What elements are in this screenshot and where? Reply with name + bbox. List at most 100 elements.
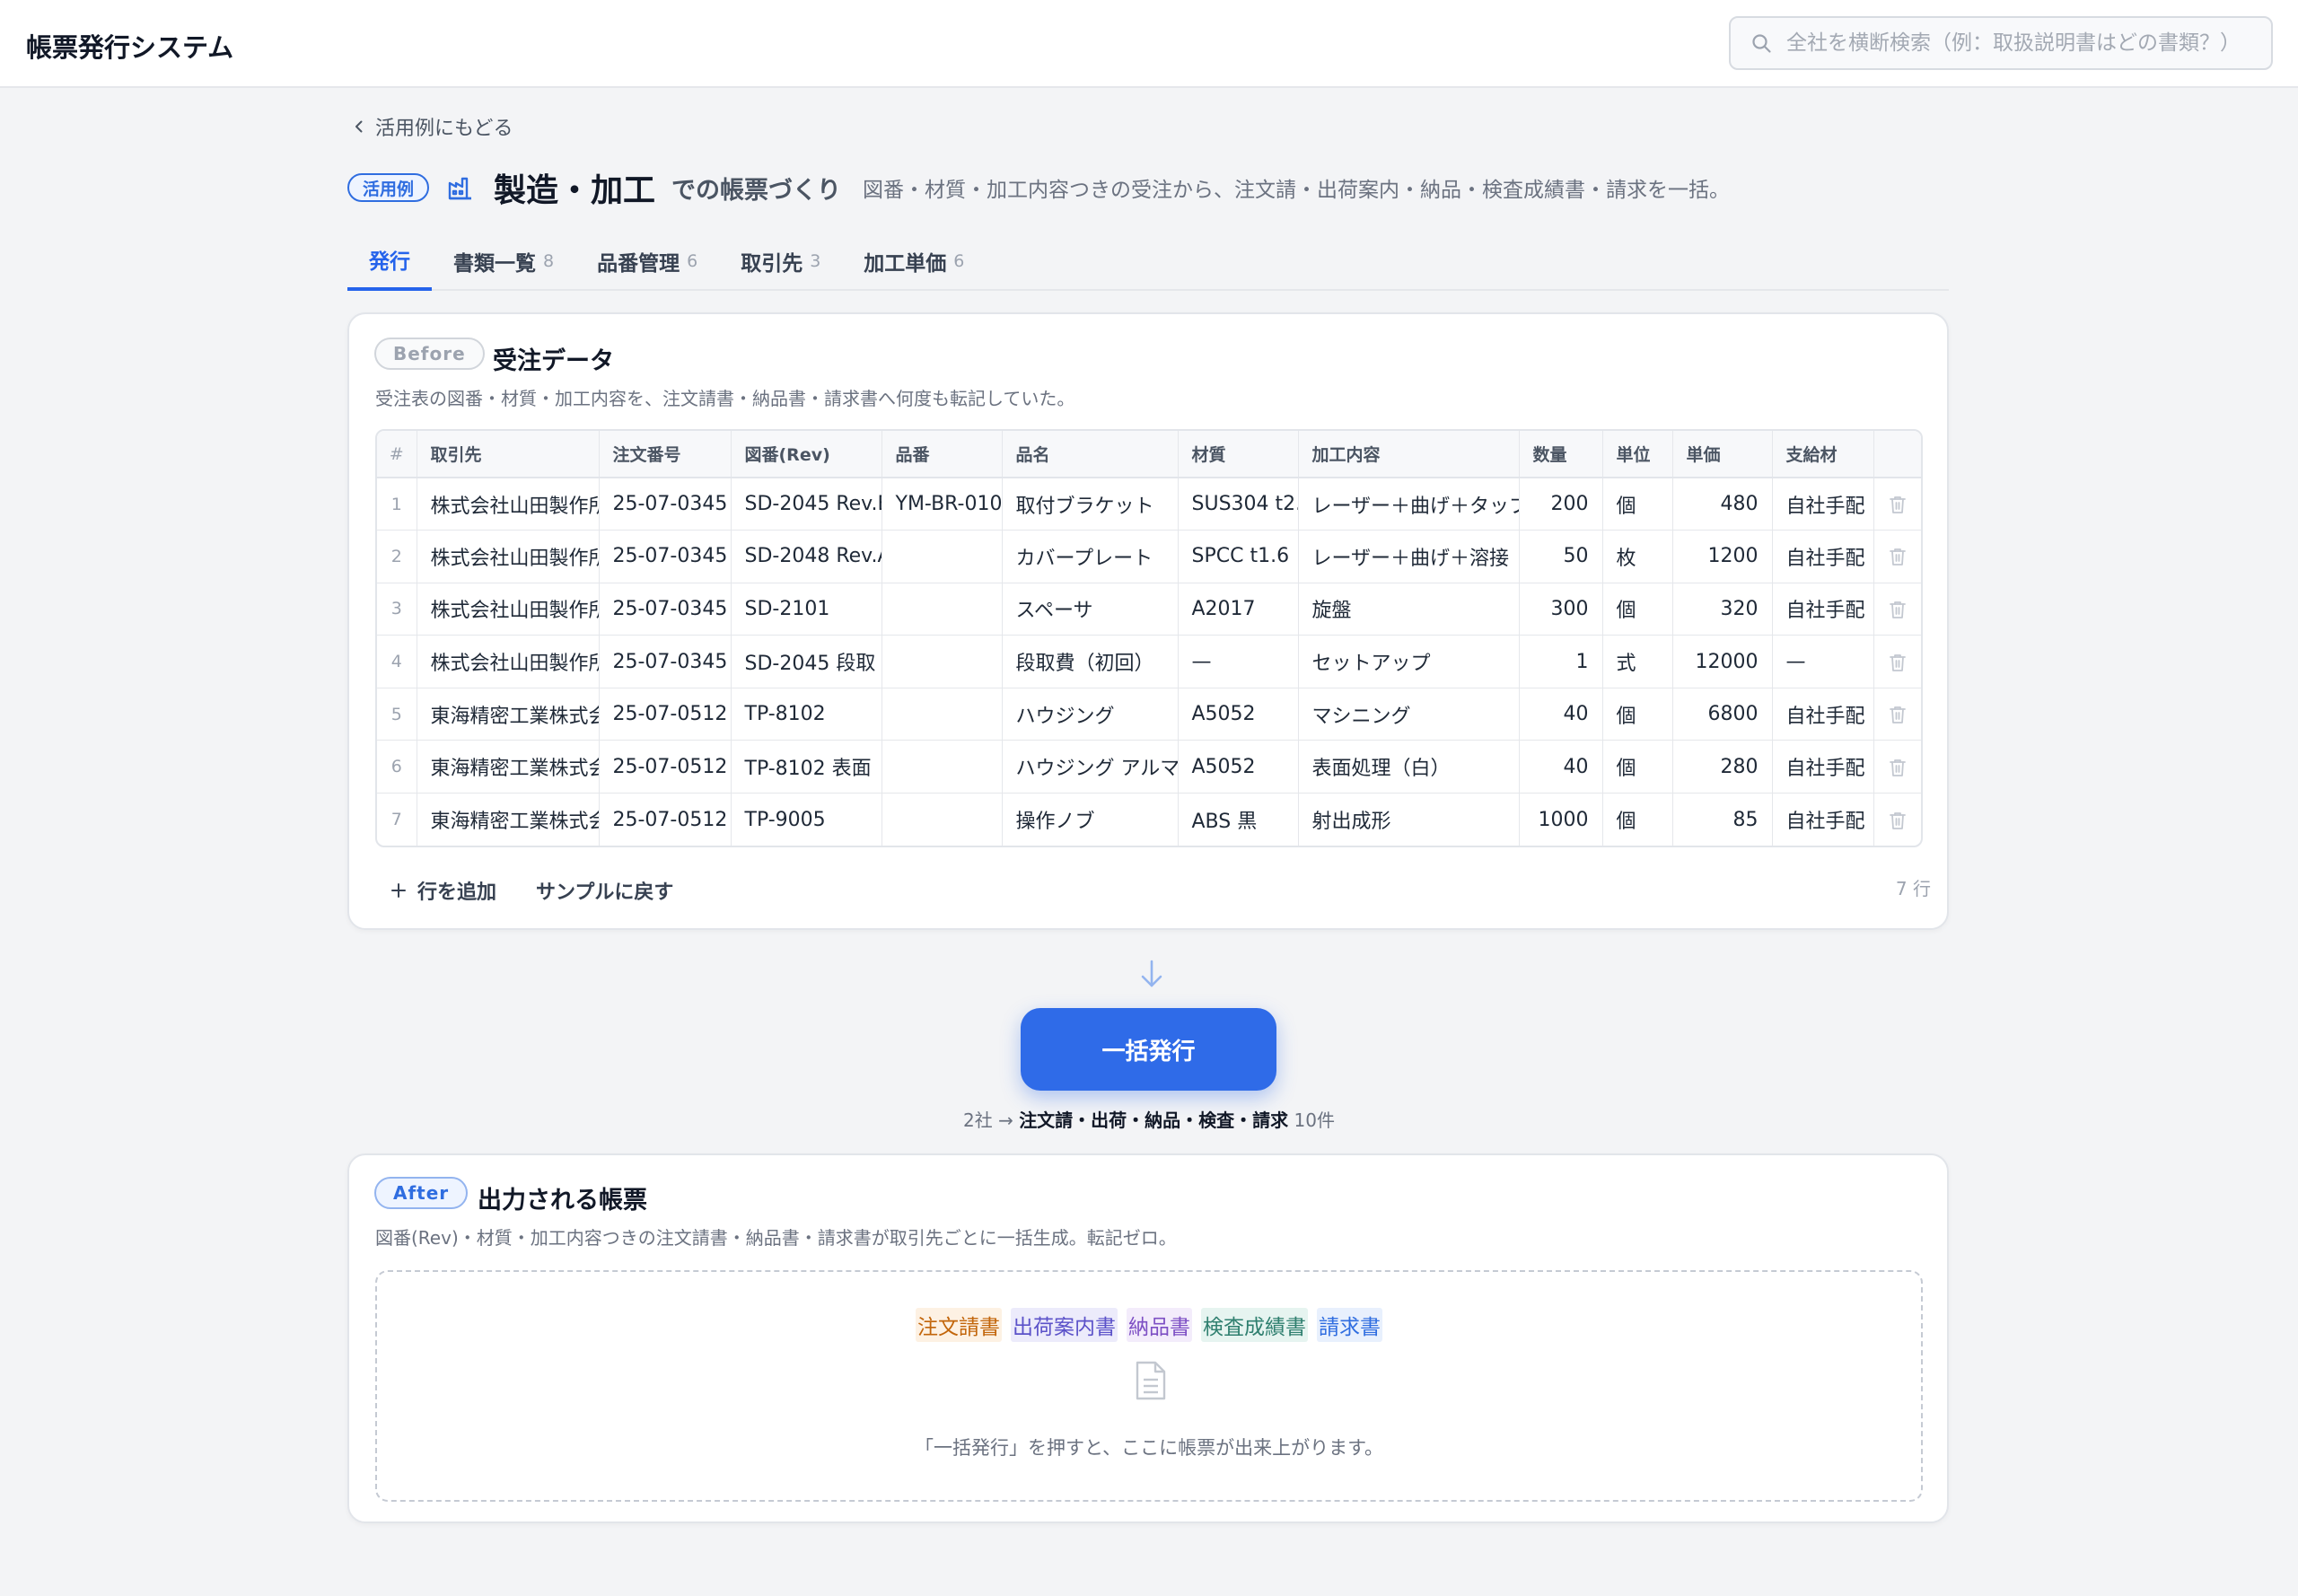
client-cell[interactable]: 株式会社山田製作所 [417,530,600,583]
drawing-cell[interactable]: SD-2101 [731,583,882,636]
process-cell[interactable]: セットアップ [1298,635,1520,688]
material-cell[interactable]: A5052 [1178,688,1299,741]
item-name-cell[interactable]: カバープレート [1002,530,1179,583]
unit-cell[interactable]: 式 [1602,635,1673,688]
item-name-cell[interactable]: ハウジング アルマイト [1002,740,1179,794]
drawing-cell[interactable]: TP-9005 [731,793,882,846]
order-no-cell[interactable]: 25-07-0345 [599,583,732,636]
tab-documents[interactable]: 書類一覧 8 [432,232,575,291]
part-no-cell[interactable] [881,530,1003,583]
table-row: 6東海精密工業株式会社25-07-0512TP-8102 表面 ハウジング アルマ… [377,740,1921,794]
unit-cell[interactable]: 枚 [1602,530,1673,583]
order-no-cell[interactable]: 25-07-0345 [599,530,732,583]
unit-price-cell[interactable]: 480 [1672,478,1773,531]
part-no-cell[interactable] [881,793,1003,846]
material-cell[interactable]: SUS304 t2.0 [1178,478,1299,531]
quantity-cell[interactable]: 1000 [1519,793,1603,846]
part-no-cell[interactable] [881,635,1003,688]
quantity-cell[interactable]: 40 [1519,688,1603,741]
order-no-cell[interactable]: 25-07-0345 [599,635,732,688]
quantity-cell[interactable]: 1 [1519,635,1603,688]
supplied-material-cell[interactable]: 自社手配 [1772,583,1874,636]
order-no-cell[interactable]: 25-07-0512 [599,793,732,846]
search-input[interactable] [1786,31,2271,55]
material-cell[interactable]: A5052 [1178,740,1299,794]
unit-cell[interactable]: 個 [1602,688,1673,741]
tab-clients[interactable]: 取引先 3 [719,232,842,291]
unit-cell[interactable]: 個 [1602,793,1673,846]
delete-row-button[interactable] [1873,583,1921,636]
client-cell[interactable]: 東海精密工業株式会社 [417,740,600,794]
item-name-cell[interactable]: ハウジング [1002,688,1179,741]
unit-cell[interactable]: 個 [1602,740,1673,794]
supplied-material-cell[interactable]: — [1772,635,1874,688]
drawing-cell[interactable]: TP-8102 表面 [731,740,882,794]
quantity-cell[interactable]: 300 [1519,583,1603,636]
supplied-material-cell[interactable]: 自社手配 [1772,793,1874,846]
item-name-cell[interactable]: 取付ブラケット [1002,478,1179,531]
part-no-cell[interactable]: YM-BR-010 [881,478,1003,531]
drawing-cell[interactable]: SD-2048 Rev.A [731,530,882,583]
order-no-cell[interactable]: 25-07-0512 [599,740,732,794]
quantity-cell[interactable]: 40 [1519,740,1603,794]
quantity-cell[interactable]: 50 [1519,530,1603,583]
part-no-cell[interactable] [881,688,1003,741]
process-cell[interactable]: 射出成形 [1298,793,1520,846]
item-name-cell[interactable]: 操作ノブ [1002,793,1179,846]
client-cell[interactable]: 株式会社山田製作所 [417,583,600,636]
unit-price-cell[interactable]: 6800 [1672,688,1773,741]
unit-cell[interactable]: 個 [1602,583,1673,636]
table-row: 4 株式会社山田製作所 25-07-0345 SD-2045 段取 段取費（初回） — セッ… [377,635,1921,688]
item-name-cell[interactable]: 段取費（初回） [1002,635,1179,688]
drawing-cell[interactable]: SD-2045 Rev.B [731,478,882,531]
material-cell[interactable]: A2017 [1178,583,1299,636]
delete-row-button[interactable] [1873,530,1921,583]
column-header: 数量 [1519,431,1603,478]
delete-row-button[interactable] [1873,635,1921,688]
order-no-cell[interactable]: 25-07-0345 [599,478,732,531]
add-row-button[interactable]: 行を追加 [383,871,504,910]
material-cell[interactable]: SPCC t1.6 [1178,530,1299,583]
back-link[interactable]: 活用例にもどる [352,113,513,140]
process-cell[interactable]: マシニング [1298,688,1520,741]
delete-row-button[interactable] [1873,794,1921,846]
delete-row-button[interactable] [1873,688,1921,741]
order-no-cell[interactable]: 25-07-0512 [599,688,732,741]
unit-price-cell[interactable]: 280 [1672,740,1773,794]
client-cell[interactable]: 東海精密工業株式会社 [417,688,600,741]
process-cell[interactable]: 表面処理（白） [1298,740,1520,794]
supplied-material-cell[interactable]: 自社手配 [1772,530,1874,583]
tab-processing-prices[interactable]: 加工単価 6 [842,232,986,291]
supplied-material-cell[interactable]: 自社手配 [1772,688,1874,741]
drawing-cell[interactable]: SD-2045 段取 [731,635,882,688]
unit-cell[interactable]: 個 [1602,478,1673,531]
bulk-issue-button[interactable]: 一括発行 [1021,1008,1276,1091]
item-name-cell[interactable]: スペーサ [1002,583,1179,636]
process-cell[interactable]: レーザー＋曲げ＋溶接 [1298,530,1520,583]
quantity-cell[interactable]: 200 [1519,478,1603,531]
part-no-cell[interactable] [881,740,1003,794]
reset-sample-button[interactable]: サンプルに戻す [529,871,680,910]
supplied-material-cell[interactable]: 自社手配 [1772,740,1874,794]
tab-part-numbers[interactable]: 品番管理 6 [575,232,719,291]
material-cell[interactable]: — [1178,635,1299,688]
unit-price-cell[interactable]: 85 [1672,793,1773,846]
unit-price-cell[interactable]: 12000 [1672,635,1773,688]
material-cell[interactable]: ABS 黒 [1178,793,1299,846]
client-cell[interactable]: 東海精密工業株式会社 [417,793,600,846]
client-cell[interactable]: 株式会社山田製作所 [417,635,600,688]
process-cell[interactable]: レーザー＋曲げ＋タップ [1298,478,1520,531]
global-search[interactable] [1729,16,2273,70]
trash-icon [1889,759,1906,776]
tab-issue[interactable]: 発行 [347,232,432,291]
unit-price-cell[interactable]: 320 [1672,583,1773,636]
part-no-cell[interactable] [881,583,1003,636]
drawing-cell[interactable]: TP-8102 [731,688,882,741]
unit-price-cell[interactable]: 1200 [1672,530,1773,583]
delete-row-button[interactable] [1873,740,1921,794]
client-cell[interactable]: 株式会社山田製作所 [417,478,600,531]
process-cell[interactable]: 旋盤 [1298,583,1520,636]
supplied-material-cell[interactable]: 自社手配 [1772,478,1874,531]
delete-row-button[interactable] [1873,478,1921,531]
tab-label: 発行 [369,250,410,274]
